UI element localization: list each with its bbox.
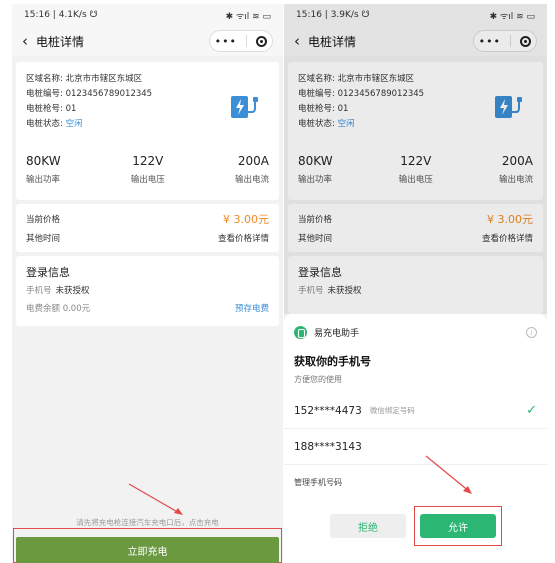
annotation-arrow	[425, 455, 472, 494]
price-value: ¥ 3.00元	[223, 213, 269, 226]
login-title: 登录信息	[26, 266, 70, 279]
more-icon[interactable]: •••	[215, 35, 237, 48]
price-details-link[interactable]: 查看价格详情	[218, 232, 269, 244]
spec-label: 输出功率	[26, 175, 61, 185]
check-icon: ✓	[526, 403, 537, 418]
sheet-title: 获取你的手机号	[294, 355, 371, 368]
miniprogram-capsule: •••	[209, 30, 273, 52]
info-icon[interactable]: i	[526, 327, 537, 338]
area-name: 区域名称: 北京市市辖区东城区	[26, 74, 143, 84]
pile-number: 电桩编号: 0123456789012345	[26, 89, 153, 99]
login-card: 登录信息 手机号 未获授权 电费余额 0.00元 预存电费	[16, 256, 279, 326]
allow-button[interactable]: 允许	[420, 514, 496, 538]
charge-now-button[interactable]: 立即充电	[16, 537, 279, 563]
pile-status: 电桩状态: 空闲	[26, 117, 152, 132]
balance-row: 电费余额 0.00元 预存电费	[16, 298, 279, 318]
status-bar: 15:16 | 4.1K/s ☋ ✱ ᯤıl ≋ ▭	[12, 4, 283, 26]
spec-value: 122V	[132, 154, 164, 168]
capsule-divider	[246, 35, 248, 47]
spec-power: 80KW 输出功率	[26, 154, 61, 185]
connect-hint: 请先将充电枪连接汽车充电口后，点击充电	[76, 518, 219, 527]
other-time-label: 其他时间	[26, 234, 61, 244]
phone-auth-sheet: 易充电助手 i 获取你的手机号 方便您的使用 152****4473 微信绑定号…	[284, 314, 547, 563]
spec-value: 200A	[237, 154, 269, 168]
spec-current: 200A 输出电流	[235, 154, 269, 185]
spec-voltage: 122V 输出电压	[131, 154, 165, 185]
status-time: 15:16 | 4.1K/s ☋	[24, 10, 98, 20]
pile-info-lines: 区域名称: 北京市市辖区东城区 电桩编号: 0123456789012345 电…	[26, 72, 152, 132]
dim-overlay[interactable]	[284, 4, 547, 314]
other-time-row: 其他时间 查看价格详情	[16, 228, 279, 248]
phone-number: 188****3143	[294, 440, 362, 453]
pile-info-card: 区域名称: 北京市市辖区东城区 电桩编号: 0123456789012345 电…	[16, 62, 279, 200]
page-title: 电桩详情	[36, 34, 85, 49]
manage-phone-link[interactable]: 管理手机号码	[284, 465, 547, 488]
right-screen: 15:16 | 3.9K/s ☋ ✱ ᯤıl ≋ ▭ ‹ 电桩详情 ••• 区域…	[284, 4, 547, 563]
phone-number: 152****4473	[294, 404, 362, 417]
price-row: 当前价格 ¥ 3.00元	[16, 204, 279, 228]
pile-status-value: 空闲	[65, 119, 83, 129]
ev-charger-icon	[231, 96, 258, 118]
back-icon[interactable]: ‹	[22, 33, 28, 49]
phone-tag: 微信绑定号码	[369, 406, 415, 415]
phone-option[interactable]: 152****4473 微信绑定号码 ✓	[284, 393, 547, 429]
phone-label: 手机号	[26, 286, 52, 296]
balance-text: 电费余额 0.00元	[26, 304, 91, 314]
nav-bar: ‹ 电桩详情 •••	[12, 26, 283, 56]
spec-label: 输出电流	[234, 175, 269, 185]
gun-number: 电桩枪号: 01	[26, 104, 77, 114]
phone-value: 未获授权	[55, 286, 90, 296]
target-icon[interactable]	[256, 35, 268, 47]
spec-value: 80KW	[26, 154, 61, 168]
spec-row: 80KW 输出功率 122V 输出电压 200A 输出电流	[26, 154, 269, 185]
spec-label: 输出电压	[130, 175, 165, 185]
refuse-button[interactable]: 拒绝	[330, 514, 406, 538]
annotation-arrow	[128, 483, 183, 515]
status-icons: ✱ ᯤıl ≋ ▭	[225, 11, 271, 22]
sheet-header: 易充电助手 i	[284, 314, 547, 339]
sheet-subtitle: 方便您的使用	[294, 375, 342, 384]
phone-option[interactable]: 188****3143	[284, 429, 547, 465]
left-screen: 15:16 | 4.1K/s ☋ ✱ ᯤıl ≋ ▭ ‹ 电桩详情 ••• 区域…	[12, 4, 283, 563]
pile-status-label: 电桩状态:	[26, 119, 66, 129]
price-label: 当前价格	[26, 215, 61, 225]
app-name: 易充电助手	[314, 329, 360, 339]
phone-row: 手机号 未获授权	[16, 282, 279, 298]
price-card: 当前价格 ¥ 3.00元 其他时间 查看价格详情	[16, 204, 279, 252]
prepay-link[interactable]: 预存电费	[235, 302, 269, 314]
app-logo-icon	[294, 326, 307, 339]
